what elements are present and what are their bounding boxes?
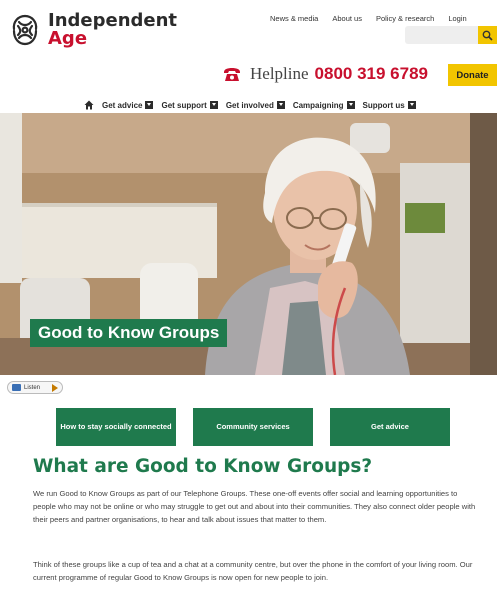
top-link-about-us[interactable]: About us xyxy=(332,14,362,23)
nav-item-get-involved[interactable]: Get involved xyxy=(226,101,285,110)
search-button[interactable] xyxy=(478,26,497,44)
stay-connected-button[interactable]: How to stay socially connected xyxy=(56,408,176,446)
helpline-label: Helpline xyxy=(250,64,309,83)
get-advice-button[interactable]: Get advice xyxy=(330,408,450,446)
phone-icon xyxy=(224,68,240,81)
chevron-down-icon xyxy=(407,101,416,109)
chevron-down-icon xyxy=(209,101,218,109)
chevron-down-icon xyxy=(276,101,285,109)
hero-title: Good to Know Groups xyxy=(30,319,228,347)
description-paragraph: Think of these groups like a cup of tea … xyxy=(33,560,473,582)
nav-item-label: Get support xyxy=(161,100,207,110)
nav-item-campaigning[interactable]: Campaigning xyxy=(293,101,355,110)
donate-button[interactable]: Donate xyxy=(448,64,497,86)
home-icon[interactable] xyxy=(84,100,94,110)
site-logo[interactable]: Independent Age xyxy=(8,12,177,48)
listen-label: Listen xyxy=(24,384,41,391)
top-link-login[interactable]: Login xyxy=(448,14,466,23)
nav-item-support-us[interactable]: Support us xyxy=(363,101,416,110)
community-services-button[interactable]: Community services xyxy=(193,408,313,446)
speaker-icon xyxy=(12,384,21,391)
nav-item-get-support[interactable]: Get support xyxy=(161,100,218,110)
top-link-policy-research[interactable]: Policy & research xyxy=(376,14,434,23)
page-heading: What are Good to Know Groups? xyxy=(33,456,373,477)
helpline-number[interactable]: 0800 319 6789 xyxy=(315,64,428,84)
search-input[interactable] xyxy=(405,26,478,44)
top-links: News & media About us Policy & research … xyxy=(270,14,467,23)
logo-text-age: Age xyxy=(48,28,88,49)
nav-item-label: Support us xyxy=(362,100,405,110)
helpline[interactable]: Helpline 0800 319 6789 xyxy=(222,64,428,84)
intro-paragraph: We run Good to Know Groups as part of ou… xyxy=(33,489,476,524)
nav-item-get-advice[interactable]: Get advice xyxy=(102,100,154,110)
nav-item-label: Get involved xyxy=(225,100,274,110)
chevron-down-icon xyxy=(346,101,355,109)
top-link-news-media[interactable]: News & media xyxy=(270,14,318,23)
nav-item-label: Campaigning xyxy=(292,100,344,110)
nav-item-label: Get advice xyxy=(102,100,143,110)
logo-emblem-icon xyxy=(12,14,38,46)
listen-button[interactable]: Listen xyxy=(7,381,63,394)
chevron-down-icon xyxy=(145,101,154,109)
main-nav: Get advice Get support Get involved Camp… xyxy=(84,100,416,110)
search-icon xyxy=(482,30,493,41)
play-icon xyxy=(52,383,58,392)
